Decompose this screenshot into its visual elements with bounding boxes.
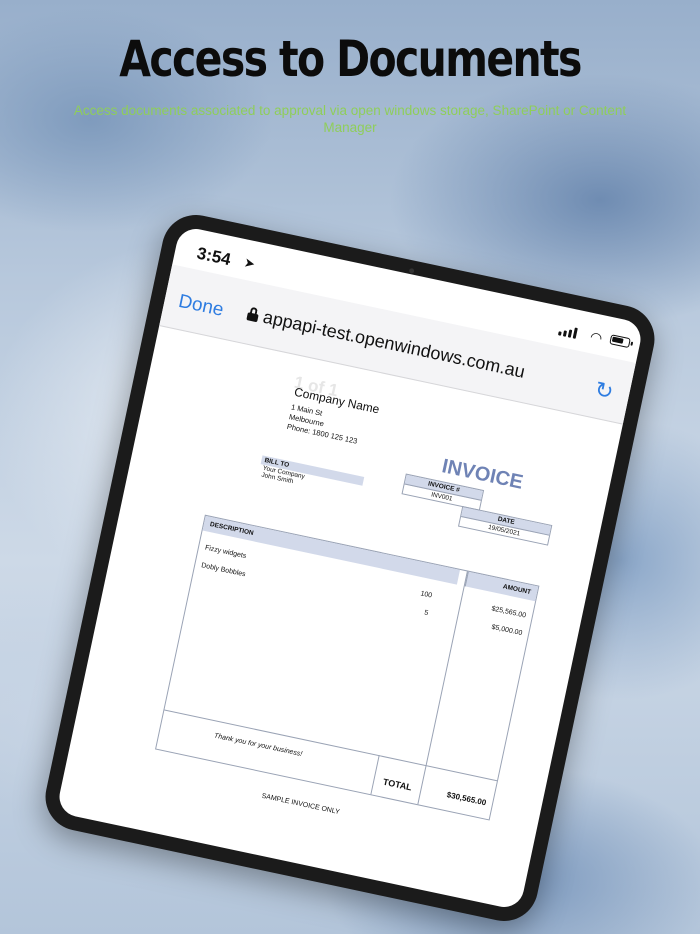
reload-icon[interactable]: ↻ [592,376,616,405]
amount-header: AMOUNT [464,571,539,602]
battery-icon [609,334,631,349]
front-camera [408,267,415,274]
item-description: Dobly Bobbles [200,562,247,579]
page-headline: Access to Documents [119,30,582,88]
item-description: Fizzy widgets [204,544,247,561]
done-button[interactable]: Done [176,291,226,322]
invoice-items-table: DESCRIPTION AMOUNT Fizzy widgets Dobly B… [155,514,540,821]
item-quantity: 5 [423,609,429,618]
page-subheading: Access documents associated to approval … [73,103,627,135]
status-time: 3:54 [195,243,233,270]
invoice-date-table: DATE 19/05/2021 [457,506,553,546]
lock-icon [246,306,259,323]
item-amount: $25,565.00 [490,605,527,620]
tablet-device: 3:54 ➤ ◠ Done appapi-test.openwindows.co… [39,208,661,928]
invoice-document[interactable]: 1 of 1 Company Name 1 Main St Melbourne … [65,332,614,902]
item-quantity: 100 [419,590,433,600]
tablet-screen: 3:54 ➤ ◠ Done appapi-test.openwindows.co… [55,225,645,911]
item-amount: $5,000.00 [490,623,523,638]
location-arrow-icon: ➤ [242,254,257,272]
cellular-signal-icon [557,324,578,339]
sample-invoice-note: SAMPLE INVOICE ONLY [260,792,341,817]
bill-to-block: BILL TO Your Company John Smith [258,455,365,499]
wifi-icon: ◠ [588,328,604,347]
